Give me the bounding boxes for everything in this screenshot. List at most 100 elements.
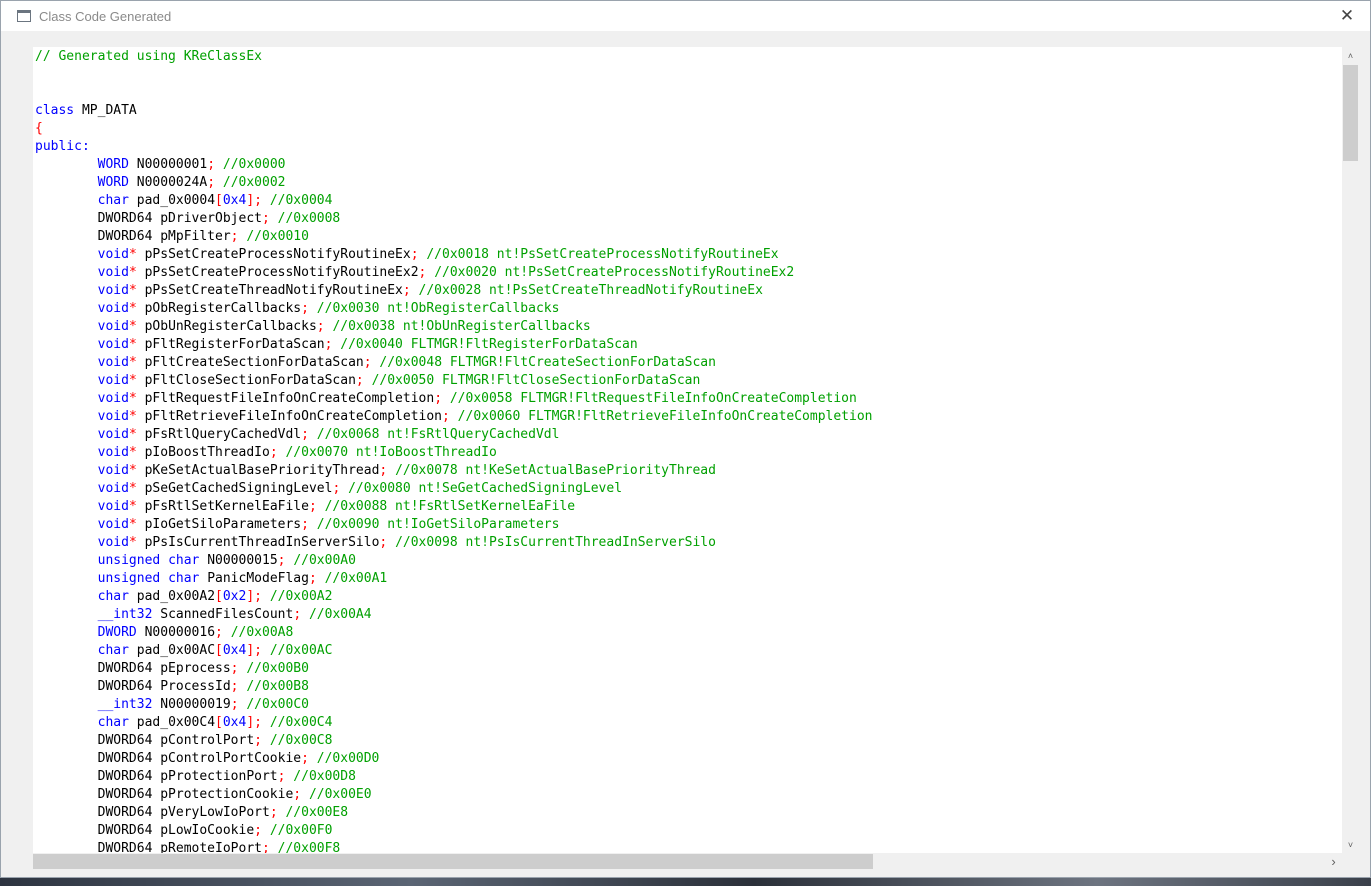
code-token: //0x00F8: [277, 841, 341, 853]
code-line: void* pObRegisterCallbacks; //0x0030 nt!…: [35, 300, 873, 318]
code-token: pFltCreateSectionForDataScan: [136, 355, 364, 370]
code-line: void* pIoGetSiloParameters; //0x0090 nt!…: [35, 516, 873, 534]
code-token: *: [128, 319, 137, 334]
code-token: *: [128, 247, 137, 262]
code-token: *: [128, 391, 137, 406]
code-token: void: [97, 427, 129, 442]
code-token: DWORD64 pProtectionCookie: [35, 787, 294, 802]
horizontal-scroll-thumb[interactable]: [33, 854, 873, 869]
code-token: DWORD64 pProtectionPort: [35, 769, 278, 784]
code-token: void: [97, 337, 129, 352]
title-bar[interactable]: Class Code Generated ✕: [1, 1, 1370, 31]
code-token: ;: [301, 517, 309, 532]
code-token: void: [97, 283, 129, 298]
code-token: PanicModeFlag: [199, 571, 309, 586]
close-button[interactable]: ✕: [1324, 1, 1370, 31]
code-token: ;: [301, 301, 309, 316]
code-token: //0x00B8: [246, 679, 309, 694]
code-token: void: [97, 373, 129, 388]
code-token: pFltRequestFileInfoOnCreateCompletion: [136, 391, 435, 406]
code-token: pFltCloseSectionForDataScan: [136, 373, 356, 388]
code-token: //0x00E0: [308, 787, 372, 802]
code-token: pPsSetCreateThreadNotifyRoutineEx: [136, 283, 403, 298]
code-token: void: [97, 319, 129, 334]
code-token: pad_0x0004: [128, 193, 216, 208]
code-token: ];: [246, 643, 262, 658]
code-text[interactable]: // Generated using KReClassEx class MP_D…: [35, 48, 873, 853]
code-token: *: [128, 355, 137, 370]
code-token: pad_0x00AC: [128, 643, 216, 658]
code-line: unsigned char PanicModeFlag; //0x00A1: [35, 570, 873, 588]
code-line: DWORD64 pVeryLowIoPort; //0x00E8: [35, 804, 873, 822]
code-line: void* pPsSetCreateProcessNotifyRoutineEx…: [35, 246, 873, 264]
code-token: {: [35, 121, 43, 136]
code-token: char: [97, 589, 129, 604]
code-token: DWORD64 pEprocess: [35, 661, 231, 676]
code-token: *: [128, 409, 137, 424]
code-token: DWORD64 pLowIoCookie: [35, 823, 255, 838]
code-token: //0x00D8: [293, 769, 356, 784]
code-token: //0x00A1: [324, 571, 388, 586]
code-token: unsigned char: [97, 553, 200, 568]
code-token: //0x00AC: [269, 643, 333, 658]
code-line: void* pFltRequestFileInfoOnCreateComplet…: [35, 390, 873, 408]
code-token: //0x0000: [222, 157, 286, 172]
code-token: char: [97, 715, 129, 730]
code-token: ;: [230, 679, 239, 694]
code-token: ;: [308, 571, 317, 586]
code-line: char pad_0x00A2[0x2]; //0x00A2: [35, 588, 873, 606]
code-token: *: [128, 373, 137, 388]
code-token: ;: [363, 355, 372, 370]
code-token: //0x00A8: [230, 625, 294, 640]
code-editor[interactable]: // Generated using KReClassEx class MP_D…: [33, 47, 1342, 853]
code-token: void: [97, 445, 129, 460]
code-token: ;: [254, 823, 262, 838]
code-token: pSeGetCachedSigningLevel: [136, 481, 333, 496]
code-line: void* pPsSetCreateProcessNotifyRoutineEx…: [35, 264, 873, 282]
scroll-down-arrow-icon[interactable]: ˅: [1342, 836, 1359, 853]
code-token: *: [128, 445, 137, 460]
code-token: void: [97, 355, 129, 370]
code-token: //0x00A0: [293, 553, 356, 568]
code-token: ;: [402, 283, 411, 298]
code-line: void* pSeGetCachedSigningLevel; //0x0080…: [35, 480, 873, 498]
horizontal-scrollbar[interactable]: ›: [33, 853, 1342, 870]
code-token: //0x00A2: [269, 589, 333, 604]
code-token: DWORD64 pVeryLowIoPort: [35, 805, 270, 820]
code-token: DWORD64 pControlPort: [35, 733, 255, 748]
code-token: char: [97, 193, 129, 208]
code-token: __int32: [97, 697, 153, 712]
scroll-right-arrow-icon[interactable]: ›: [1325, 853, 1342, 870]
code-token: void: [97, 481, 129, 496]
code-line: DWORD64 pProtectionCookie; //0x00E0: [35, 786, 873, 804]
code-token: //0x0060 FLTMGR!FltRetrieveFileInfoOnCre…: [457, 409, 873, 424]
code-token: //0x00B0: [246, 661, 309, 676]
code-line: __int32 ScannedFilesCount; //0x00A4: [35, 606, 873, 624]
vertical-scroll-thumb[interactable]: [1343, 65, 1358, 161]
code-token: void: [97, 265, 129, 280]
code-line: DWORD64 ProcessId; //0x00B8: [35, 678, 873, 696]
code-token: ;: [301, 751, 309, 766]
code-token: ;: [261, 211, 270, 226]
code-token: pObRegisterCallbacks: [136, 301, 302, 316]
scroll-up-arrow-icon[interactable]: ˄: [1342, 47, 1359, 64]
vertical-scrollbar[interactable]: ˄ ˅: [1342, 47, 1359, 853]
